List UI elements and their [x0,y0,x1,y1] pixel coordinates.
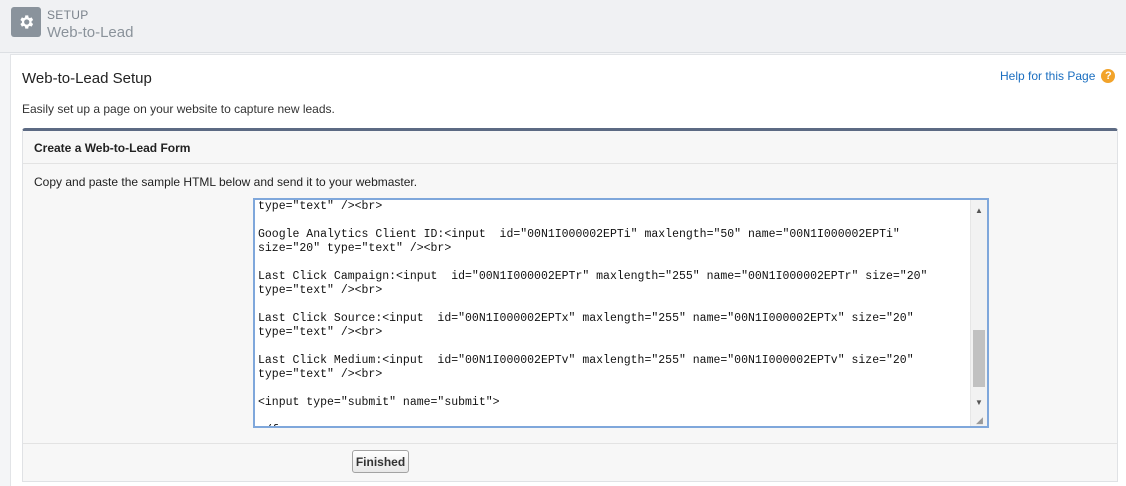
setup-header: SETUP Web-to-Lead [0,0,1126,53]
code-line[interactable]: size="20" type="text" /><br> [258,242,967,256]
scroll-down-arrow-icon[interactable]: ▼ [971,394,987,410]
code-line[interactable] [258,256,967,270]
header-title: Web-to-Lead [47,24,134,41]
code-line[interactable] [258,298,967,312]
html-code-textarea[interactable]: type="text" /><br> Google Analytics Clie… [253,198,989,428]
code-line[interactable]: Last Click Medium:<input id="00N1I000002… [258,354,967,368]
question-icon[interactable]: ? [1101,69,1116,83]
code-line[interactable]: Last Click Source:<input id="00N1I000002… [258,312,967,326]
scroll-up-arrow-icon[interactable]: ▲ [971,202,987,218]
code-line[interactable]: type="text" /><br> [258,368,967,382]
scrollbar-thumb[interactable] [973,330,985,387]
help-link[interactable]: Help for this Page ? [1000,69,1116,83]
textarea-scrollbar[interactable]: ▲ ▼ [970,200,987,426]
code-line[interactable] [258,382,967,396]
help-link-label[interactable]: Help for this Page [1000,69,1095,83]
code-line[interactable] [258,340,967,354]
code-line[interactable]: type="text" /><br> [258,200,967,214]
block-header: Create a Web-to-Lead Form [23,131,1117,164]
gear-icon [11,7,41,37]
finished-button[interactable]: Finished [352,450,409,473]
html-code-text[interactable]: type="text" /><br> Google Analytics Clie… [258,200,967,426]
block-footer: Finished [23,443,1117,482]
code-line[interactable]: Google Analytics Client ID:<input id="00… [258,228,967,242]
code-line[interactable]: <input type="submit" name="submit"> [258,396,967,410]
code-line[interactable] [258,410,967,424]
page-title: Web-to-Lead Setup [22,70,152,87]
code-line[interactable]: type="text" /><br> [258,284,967,298]
code-line[interactable] [258,214,967,228]
code-line[interactable]: type="text" /><br> [258,326,967,340]
main-card: Web-to-Lead Setup Help for this Page ? E… [10,54,1126,486]
block-instructions: Copy and paste the sample HTML below and… [34,175,418,189]
web-to-lead-form-block: Create a Web-to-Lead Form Copy and paste… [22,128,1118,482]
code-line[interactable]: Last Click Campaign:<input id="00N1I0000… [258,270,967,284]
resize-grip-icon[interactable]: ◢ [976,415,986,425]
header-eyebrow: SETUP [47,8,89,22]
code-line[interactable]: </form> [258,424,967,426]
page-intro: Easily set up a page on your website to … [22,102,335,116]
block-title: Create a Web-to-Lead Form [34,141,191,155]
